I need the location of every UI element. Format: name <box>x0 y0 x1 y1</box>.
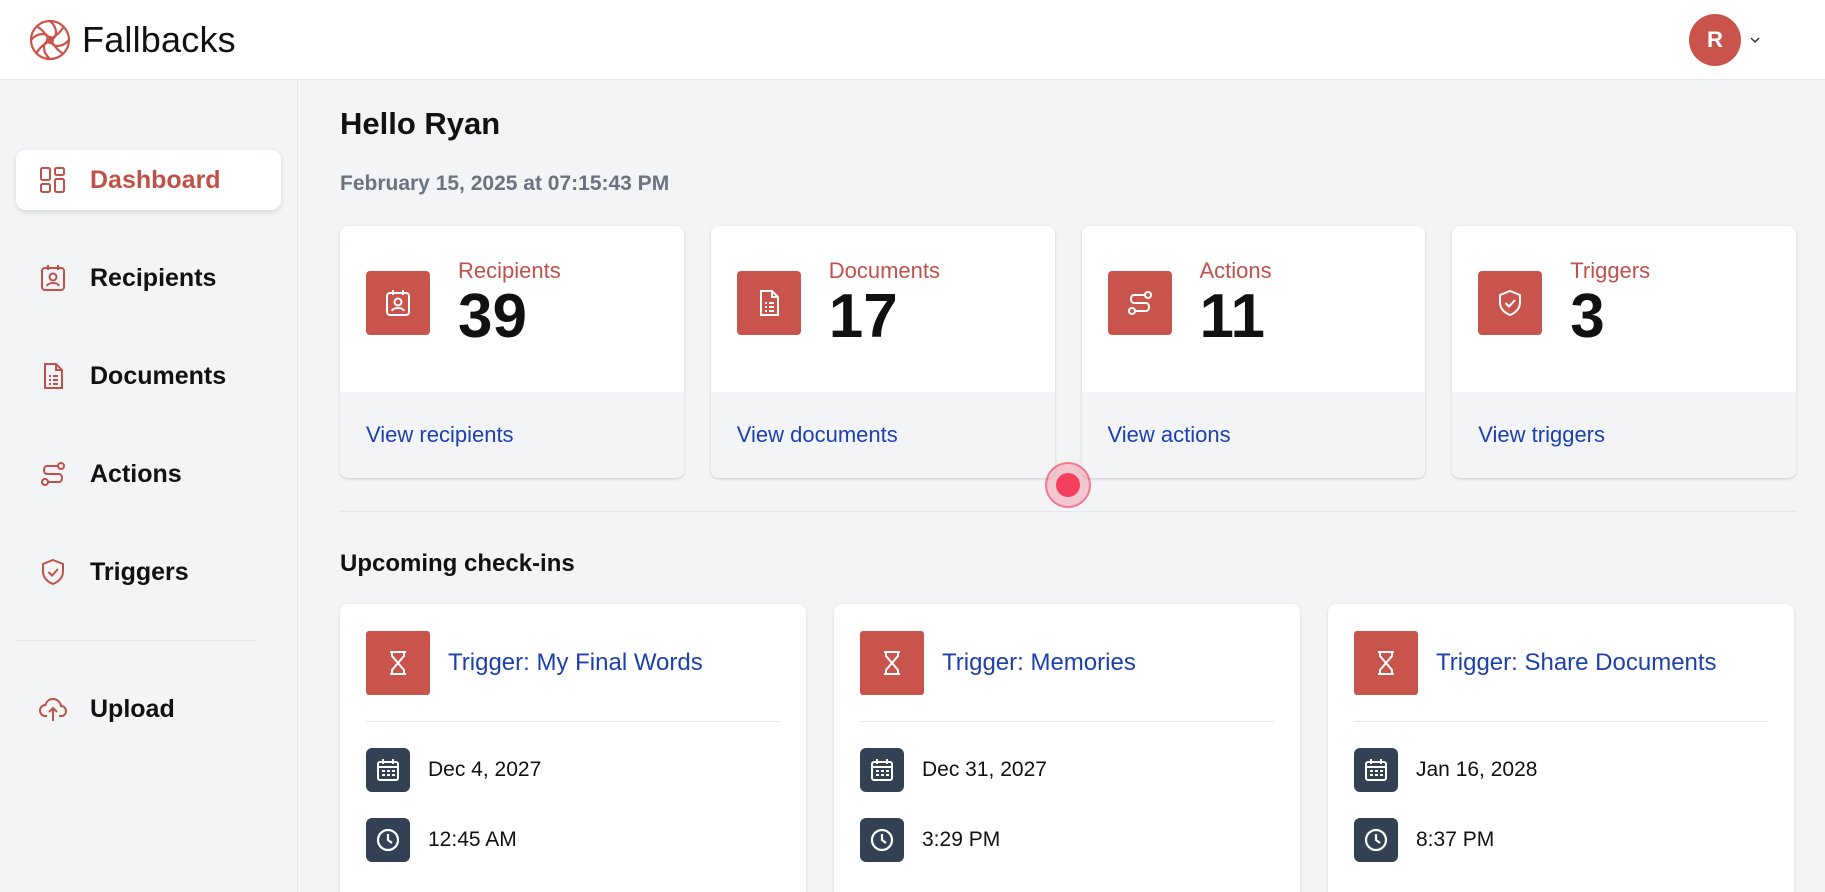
calendar-icon <box>1354 748 1398 792</box>
checkin-trigger-link[interactable]: Trigger: Memories <box>942 649 1136 677</box>
sidebar-item-triggers[interactable]: Triggers <box>16 542 281 602</box>
shield-icon <box>1478 271 1543 335</box>
hourglass-icon <box>366 631 430 695</box>
hourglass-icon <box>860 631 924 695</box>
upcoming-checkins-title: Upcoming check-ins <box>340 550 575 577</box>
stats-row: Recipients 39 View recipients Documents … <box>340 226 1796 478</box>
current-timestamp: February 15, 2025 at 07:15:43 PM <box>340 172 670 195</box>
actions-icon <box>1107 271 1172 335</box>
checkin-time: 12:45 AM <box>428 828 517 851</box>
recipient-icon <box>41 265 65 291</box>
avatar[interactable]: R <box>1689 13 1741 66</box>
stat-label: Actions <box>1199 258 1272 283</box>
clock-icon <box>860 818 904 862</box>
section-divider <box>340 511 1796 512</box>
page-title: Hello Ryan <box>340 106 501 141</box>
checkin-date: Dec 4, 2027 <box>428 758 542 781</box>
calendar-icon <box>860 748 904 792</box>
checkins-row: Trigger: My Final Words Dec 4, 2027 12:4… <box>340 604 1796 892</box>
stat-value: 39 <box>458 282 527 351</box>
sidebar-item-label: Documents <box>90 361 227 390</box>
document-icon <box>44 363 63 389</box>
dashboard-icon <box>40 167 65 193</box>
sidebar-item-label: Upload <box>90 694 175 723</box>
stat-label: Triggers <box>1570 258 1651 283</box>
stat-value: 3 <box>1570 282 1605 351</box>
sidebar-divider <box>16 640 258 641</box>
sidebar-item-label: Dashboard <box>90 165 221 194</box>
sidebar-item-actions[interactable]: Actions <box>16 444 281 504</box>
checkin-trigger-link[interactable]: Trigger: My Final Words <box>448 649 703 677</box>
stat-card-recipients: Recipients 39 View recipients <box>340 226 684 478</box>
checkin-card: Trigger: Memories Dec 31, 2027 3:29 PM <box>834 604 1300 892</box>
clock-icon <box>366 818 410 862</box>
sidebar-item-label: Actions <box>90 459 182 488</box>
sidebar-item-label: Recipients <box>90 263 217 292</box>
stat-card-actions: Actions 11 View actions <box>1081 226 1426 478</box>
recipient-icon <box>366 271 430 335</box>
checkin-card: Trigger: Share Documents Jan 16, 2028 8:… <box>1328 604 1794 892</box>
checkin-trigger-link[interactable]: Trigger: Share Documents <box>1436 649 1717 677</box>
stat-card-triggers: Triggers 3 View triggers <box>1452 226 1796 478</box>
checkin-time: 8:37 PM <box>1416 828 1495 851</box>
shield-icon <box>42 558 64 586</box>
document-icon <box>736 271 801 335</box>
sidebar-item-label: Triggers <box>90 557 189 586</box>
upload-icon <box>38 697 68 721</box>
stat-label: Recipients <box>458 258 561 283</box>
checkin-card: Trigger: My Final Words Dec 4, 2027 12:4… <box>340 604 806 892</box>
stat-value: 11 <box>1199 282 1266 351</box>
view-actions-link[interactable]: View actions <box>1108 422 1231 448</box>
brand[interactable]: Fallbacks <box>28 18 236 62</box>
sidebar-item-documents[interactable]: Documents <box>16 346 281 406</box>
sidebar-item-upload[interactable]: Upload <box>16 679 281 739</box>
checkin-time: 3:29 PM <box>922 828 1001 851</box>
stat-card-documents: Documents 17 View documents <box>710 226 1055 478</box>
stat-label: Documents <box>828 258 941 283</box>
calendar-icon <box>366 748 410 792</box>
view-documents-link[interactable]: View documents <box>737 422 898 448</box>
sidebar: Dashboard Recipients Documents Actions T… <box>0 80 298 892</box>
app-name: Fallbacks <box>82 18 236 60</box>
stat-value: 17 <box>828 282 898 351</box>
clock-icon <box>1354 818 1398 862</box>
fallbacks-logo-icon <box>29 19 71 60</box>
cursor-indicator <box>1045 462 1091 508</box>
checkin-date: Dec 31, 2027 <box>922 758 1047 781</box>
actions-icon <box>41 462 65 486</box>
view-recipients-link[interactable]: View recipients <box>366 422 514 448</box>
chevron-down-icon[interactable] <box>1749 34 1761 46</box>
sidebar-item-recipients[interactable]: Recipients <box>16 248 281 308</box>
checkin-date: Jan 16, 2028 <box>1416 758 1538 781</box>
user-menu[interactable]: R <box>1689 13 1761 66</box>
view-triggers-link[interactable]: View triggers <box>1478 422 1605 448</box>
top-header: Fallbacks R <box>0 0 1825 80</box>
hourglass-icon <box>1354 631 1418 695</box>
sidebar-item-dashboard[interactable]: Dashboard <box>16 150 281 210</box>
